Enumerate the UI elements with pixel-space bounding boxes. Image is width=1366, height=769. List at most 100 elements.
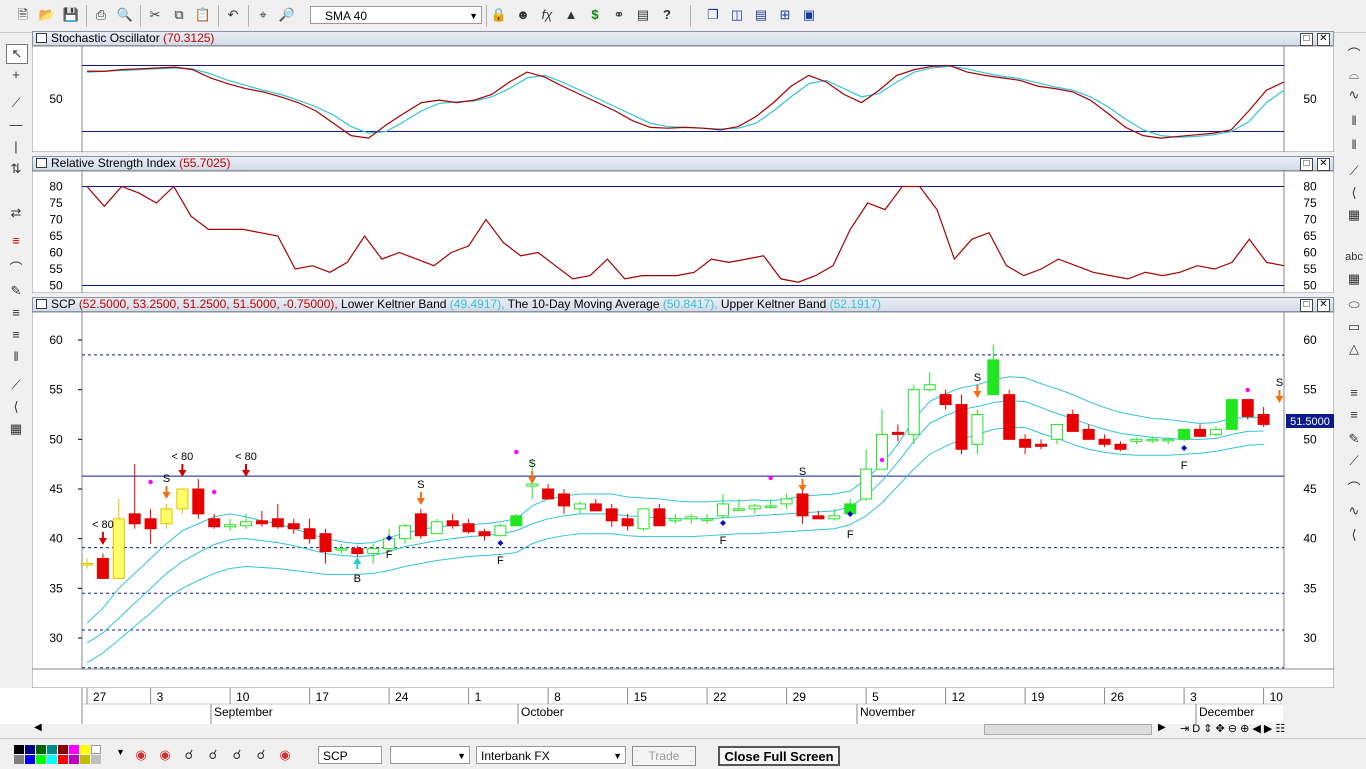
bracket-icon[interactable]: ⟨ xyxy=(1344,526,1364,544)
columns-icon[interactable]: ◫ xyxy=(728,6,746,24)
trade-button[interactable]: Trade xyxy=(632,746,696,766)
indicator-select[interactable]: SMA 40 ▼ xyxy=(310,6,482,24)
ellipse-icon[interactable]: ⬭ xyxy=(1344,296,1364,314)
close-full-screen-button[interactable]: Close Full Screen xyxy=(718,746,840,766)
network-icon[interactable]: ☌ xyxy=(252,746,270,764)
stochastic-panel-header[interactable]: Stochastic Oscillator (70.3125) □ ✕ xyxy=(32,31,1334,46)
dollar-icon[interactable]: $ xyxy=(586,6,604,24)
save-icon[interactable]: 💾 xyxy=(62,6,80,24)
timeframe-select[interactable]: ▼ xyxy=(390,746,470,764)
trend-fan-icon[interactable]: ⟋ xyxy=(1344,452,1364,470)
maximize-icon[interactable]: □ xyxy=(1300,158,1313,171)
print-icon[interactable]: ⎙ xyxy=(92,6,110,24)
print-preview-icon[interactable]: 🔍 xyxy=(116,6,134,24)
arc-up-icon[interactable]: ⌒ xyxy=(1344,46,1364,64)
cut-icon[interactable]: ✂ xyxy=(146,6,164,24)
maximize-icon[interactable]: □ xyxy=(1300,299,1313,312)
sine-icon[interactable]: ∿ xyxy=(1344,86,1364,104)
diagonal-line-icon[interactable]: ⟋ xyxy=(6,376,26,394)
scroll-left-icon[interactable]: ◀ xyxy=(34,722,42,733)
open-folder-icon[interactable]: 📂 xyxy=(38,6,56,24)
crosshair-tool-icon[interactable]: + xyxy=(6,66,26,84)
fan-icon[interactable]: ⟨ xyxy=(1344,184,1364,202)
rsi-panel-header[interactable]: Relative Strength Index (55.7025) □ ✕ xyxy=(32,156,1334,171)
candle-body xyxy=(351,548,364,555)
pencil-icon[interactable]: ✎ xyxy=(6,282,26,300)
pen-line-icon[interactable]: ✎ xyxy=(1344,430,1364,448)
browser-icon[interactable]: ◉ xyxy=(156,746,174,764)
formula-icon[interactable]: fχ xyxy=(538,6,556,24)
table-icon[interactable]: ▦ xyxy=(1344,270,1364,288)
fan-lines-icon[interactable]: ⟨ xyxy=(6,398,26,416)
x-tick-month: December xyxy=(1199,705,1254,719)
binoculars-icon[interactable]: ⚭ xyxy=(610,6,628,24)
browser-icon[interactable]: ◉ xyxy=(132,746,150,764)
left-drawing-toolbar: ↖ + ⟋ — | ⇅ ⇄ ≡ ⌒ ✎ ≡ ≡ ‖ ⟋ ⟨ ▦ xyxy=(0,40,30,460)
browser-icon[interactable]: ◉ xyxy=(276,746,294,764)
arc-down-icon[interactable]: ⌓ xyxy=(1344,66,1364,84)
properties-icon[interactable]: ▤ xyxy=(634,6,652,24)
palette-dropdown-icon[interactable]: ▼ xyxy=(116,747,125,757)
candle-body xyxy=(939,394,952,406)
network-icon[interactable]: ☌ xyxy=(204,746,222,764)
close-icon[interactable]: ✕ xyxy=(1317,158,1330,171)
grid-icon[interactable]: ⊞ xyxy=(776,6,794,24)
maximize-icon[interactable]: □ xyxy=(1300,33,1313,46)
lock-icon[interactable]: 🔒 xyxy=(490,6,508,24)
fib-levels-icon[interactable]: ≡ xyxy=(1344,406,1364,424)
scroll-right-icon[interactable]: ▶ xyxy=(1158,722,1166,733)
text-lines-icon[interactable]: ≡ xyxy=(6,304,26,322)
line-tool-icon[interactable]: ⟋ xyxy=(1344,162,1364,180)
chart-icon[interactable]: ▲ xyxy=(562,6,580,24)
close-icon[interactable]: ✕ xyxy=(1317,299,1330,312)
panel-menu-icon[interactable] xyxy=(36,299,47,309)
horizontal-scrollbar-thumb[interactable] xyxy=(984,724,1152,735)
wizard-icon[interactable]: ☻ xyxy=(514,6,532,24)
help-icon[interactable]: ? xyxy=(658,6,676,24)
panel-menu-icon[interactable] xyxy=(36,158,47,168)
indicator-select-value: SMA 40 xyxy=(325,9,368,23)
copy-icon[interactable]: ⧉ xyxy=(170,6,188,24)
panel-menu-icon[interactable] xyxy=(36,33,47,43)
crosshair-icon[interactable]: ⌖ xyxy=(254,6,272,24)
speed-arc-icon[interactable]: ⌒ xyxy=(1344,480,1364,498)
tile-windows-icon[interactable]: ❐ xyxy=(704,6,722,24)
trendline-icon[interactable]: ⟋ xyxy=(6,94,26,112)
triangle-icon[interactable]: △ xyxy=(1344,340,1364,358)
candle-body xyxy=(573,503,586,510)
channel-icon[interactable]: ≡ xyxy=(6,232,26,250)
bar-lines-icon[interactable]: ‖ xyxy=(1344,136,1364,154)
fib-retracement-icon[interactable]: ≡ xyxy=(1344,384,1364,402)
network-icon[interactable]: ☌ xyxy=(180,746,198,764)
vertical-line-icon[interactable]: | xyxy=(6,138,26,156)
network-icon[interactable]: ☌ xyxy=(228,746,246,764)
arc-icon[interactable]: ⌒ xyxy=(6,260,26,278)
fibonacci-icon[interactable]: ⇅ xyxy=(6,160,26,178)
candle-body xyxy=(414,513,427,537)
gann-grid-icon[interactable]: ▦ xyxy=(6,420,26,438)
pointer-icon[interactable]: ↖ xyxy=(6,44,28,64)
new-file-icon[interactable]: 🗎 xyxy=(14,6,32,24)
paste-icon[interactable]: 📋 xyxy=(194,6,212,24)
close-icon[interactable]: ✕ xyxy=(1317,33,1330,46)
grid-tool-icon[interactable]: ▦ xyxy=(1344,206,1364,224)
broker-select[interactable]: Interbank FX ▼ xyxy=(476,746,626,764)
layout-icon[interactable]: ▣ xyxy=(800,6,818,24)
speed-lines-icon[interactable]: ‖ xyxy=(1344,112,1364,130)
fractal-label: F xyxy=(1181,460,1188,472)
symbol-input[interactable]: SCP xyxy=(318,746,382,764)
rsi-value: (55.7025) xyxy=(179,156,231,170)
undo-icon[interactable]: ↶ xyxy=(224,6,242,24)
rows-icon[interactable]: ▤ xyxy=(752,6,770,24)
chart-nav-icons[interactable]: ⇥ D ⇕ ✥ ⊖ ⊕ ◀ ▶ ☷ xyxy=(1180,722,1285,735)
zoom-icon[interactable]: 🔎 xyxy=(278,6,296,24)
wave-icon[interactable]: ∿ xyxy=(1344,502,1364,520)
scroll-arrows-icon[interactable]: ⇄ xyxy=(6,204,26,222)
bars-icon[interactable]: ‖ xyxy=(6,348,26,366)
price-panel-header[interactable]: SCP (52.5000, 53.2500, 51.2500, 51.5000,… xyxy=(32,297,1334,312)
rectangle-icon[interactable]: ▭ xyxy=(1344,318,1364,336)
text-tool-icon[interactable]: abc xyxy=(1344,248,1364,266)
color-palette[interactable] xyxy=(14,745,101,765)
cycle-lines-icon[interactable]: ≡ xyxy=(6,326,26,344)
horizontal-line-icon[interactable]: — xyxy=(6,116,26,134)
